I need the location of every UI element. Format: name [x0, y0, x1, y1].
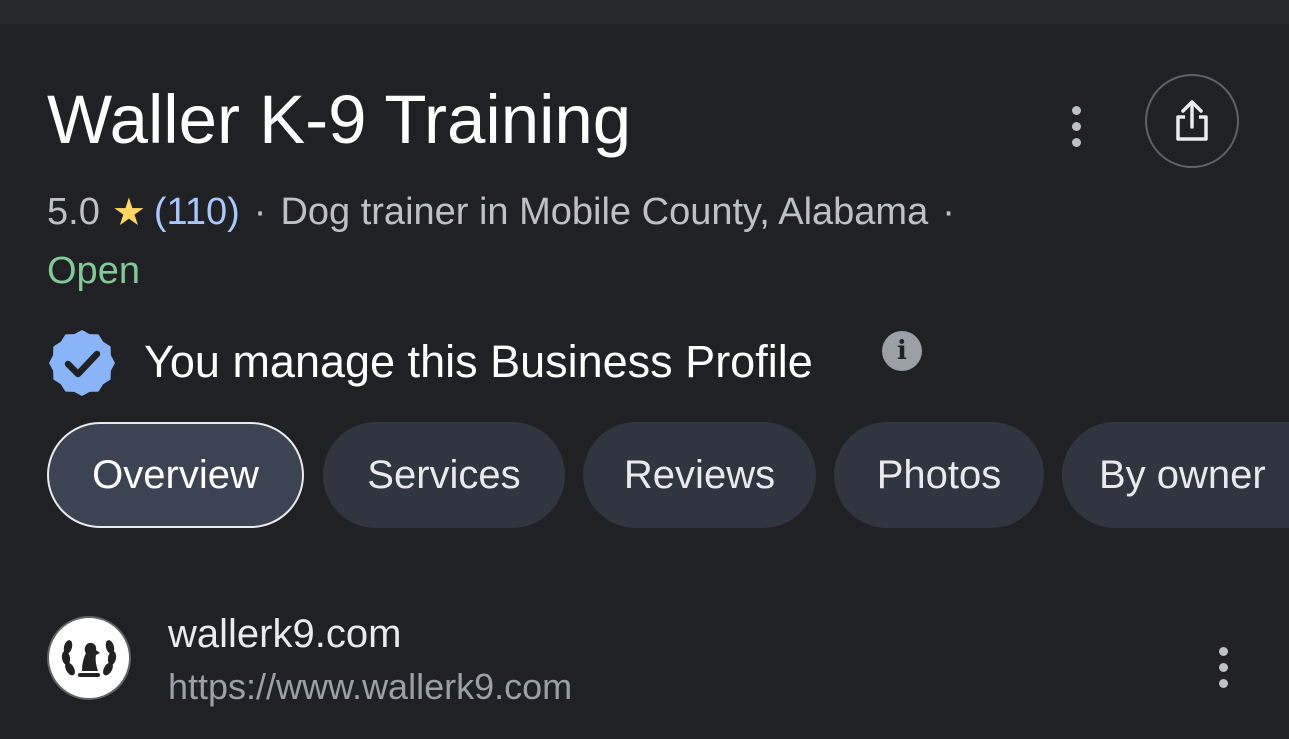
share-icon	[1176, 100, 1208, 141]
rating-category-line: 5.0 ★ (110) · Dog trainer in Mobile Coun…	[47, 190, 969, 235]
review-count-link[interactable]: (110)	[154, 191, 240, 234]
website-row[interactable]: wallerk9.com https://www.wallerk9.com	[47, 612, 1257, 712]
open-status[interactable]: Open	[47, 250, 140, 293]
business-title: Waller K-9 Training	[47, 81, 632, 158]
manage-profile-text: You manage this Business Profile	[144, 336, 813, 387]
separator: ·	[942, 191, 955, 233]
more-dot-icon	[1218, 678, 1228, 688]
more-dot-icon	[1218, 662, 1228, 672]
website-name[interactable]: wallerk9.com	[168, 612, 401, 657]
top-strip	[0, 0, 1289, 24]
website-url[interactable]: https://www.wallerk9.com	[168, 666, 572, 708]
website-more-button[interactable]	[1205, 642, 1241, 692]
category-text: Dog trainer in Mobile County, Alabama	[280, 191, 929, 233]
star-icon: ★	[111, 192, 146, 234]
more-options-button[interactable]	[1056, 104, 1096, 148]
separator: ·	[253, 191, 267, 233]
info-icon[interactable]: i	[882, 331, 922, 371]
tab-by-owner[interactable]: By owner	[1062, 422, 1289, 528]
more-dot-icon	[1071, 137, 1081, 147]
tab-overview[interactable]: Overview	[47, 422, 304, 528]
tab-reviews[interactable]: Reviews	[583, 422, 816, 528]
more-dot-icon	[1071, 121, 1081, 131]
tab-photos[interactable]: Photos	[834, 422, 1044, 528]
laurel-logo-icon	[61, 640, 117, 677]
share-button[interactable]	[1145, 74, 1239, 168]
business-profile-panel: Waller K-9 Training 5.0 ★ (110) · Dog tr…	[0, 0, 1289, 739]
site-logo	[47, 616, 131, 700]
more-dot-icon	[1071, 105, 1081, 115]
tab-services[interactable]: Services	[323, 422, 565, 528]
more-dot-icon	[1218, 646, 1228, 656]
verified-badge-icon	[49, 330, 115, 396]
rating-value: 5.0	[47, 191, 100, 233]
